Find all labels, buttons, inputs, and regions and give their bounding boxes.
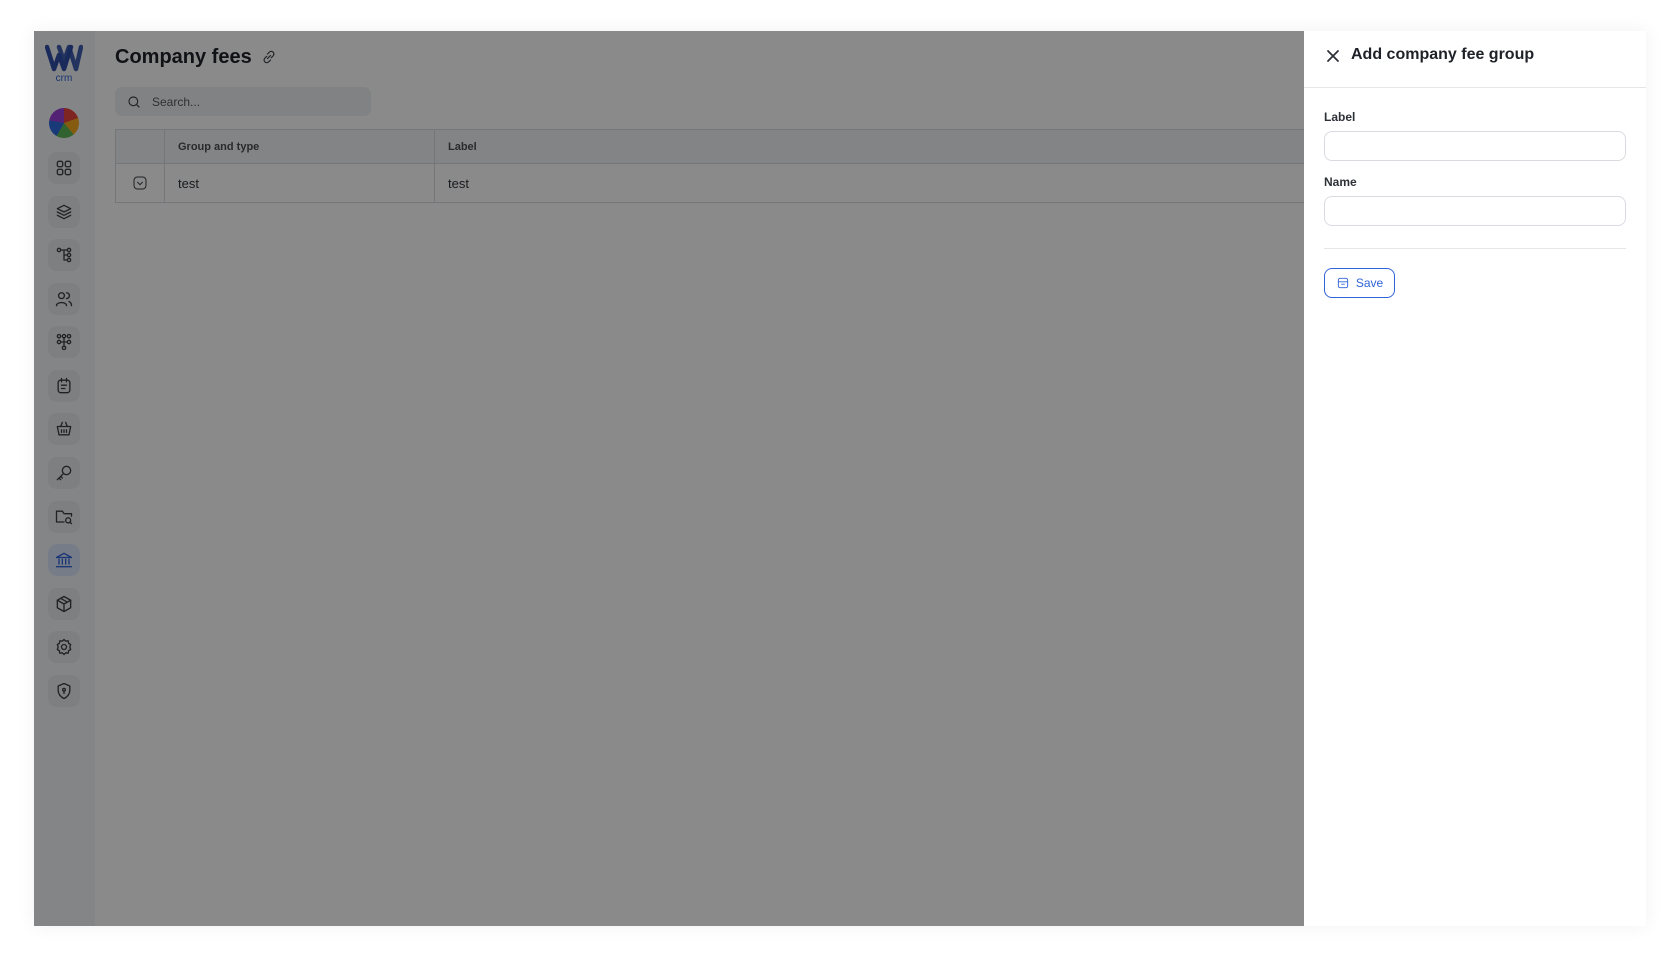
app-window: crm Company fees Search... Group and typ…: [34, 31, 1646, 926]
name-input[interactable]: [1324, 196, 1626, 226]
save-button-label: Save: [1355, 276, 1384, 290]
close-icon: [1327, 50, 1339, 62]
add-fee-group-drawer: Add company fee group Label Name Save: [1304, 31, 1646, 926]
drawer-title: Add company fee group: [1351, 46, 1535, 63]
modal-overlay[interactable]: [34, 31, 1304, 926]
save-button[interactable]: Save: [1324, 268, 1395, 298]
label-field-label: Label: [1324, 110, 1356, 124]
form-divider: [1324, 248, 1626, 249]
name-field-label: Name: [1324, 175, 1357, 189]
app-background: crm Company fees Search... Group and typ…: [34, 31, 1305, 926]
close-button[interactable]: [1324, 47, 1342, 65]
label-input[interactable]: [1324, 131, 1626, 161]
drawer-header: Add company fee group: [1304, 31, 1646, 88]
save-icon: [1337, 277, 1348, 289]
